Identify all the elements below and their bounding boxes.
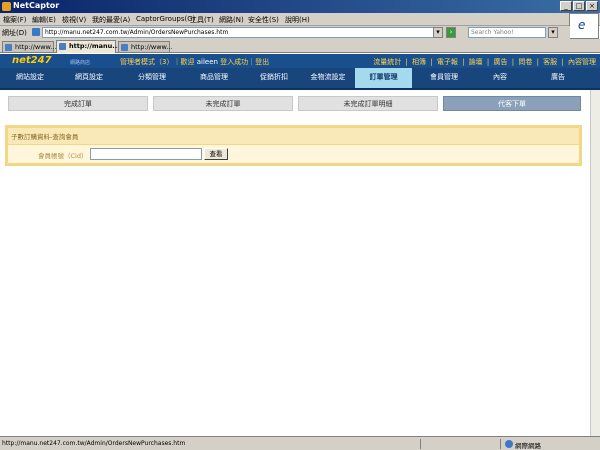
member-query-row: 會員帳號（Cid） 查看 <box>8 144 579 163</box>
main-nav: 網站設定 網頁設定 分類管理 商品管理 促銷折扣 金物流設定 訂單管理 會員管理… <box>0 68 600 90</box>
window-title: NetCaptor <box>13 1 60 10</box>
internet-zone-icon <box>505 440 513 448</box>
order-subtabs: 完成訂單 未完成訂單 未完成訂單明細 代客下單 <box>8 96 581 111</box>
subtab-place-order-for-customer[interactable]: 代客下單 <box>443 96 581 111</box>
menu-security[interactable]: 安全性(S) <box>248 15 279 25</box>
app-icon <box>2 2 11 11</box>
menu-network[interactable]: 網路(N) <box>219 15 244 25</box>
subtab-incomplete-order-details[interactable]: 未完成訂單明細 <box>298 96 438 111</box>
status-divider <box>420 439 421 449</box>
menu-captorgroups[interactable]: CaptorGroups(G) <box>136 15 195 23</box>
tab-page-icon <box>121 44 128 51</box>
site-logo[interactable]: net247 <box>12 55 52 66</box>
link-separator: | <box>511 58 515 66</box>
link-separator: | <box>405 58 408 66</box>
nav-page-settings[interactable]: 網頁設定 <box>62 68 116 88</box>
link-separator: | <box>486 58 490 66</box>
search-input[interactable]: Search Yahoo! <box>468 27 546 38</box>
vertical-scrollbar[interactable] <box>590 90 600 436</box>
address-input[interactable]: http://manu.net247.com.tw/Admin/OrdersNe… <box>42 27 442 38</box>
link-ads[interactable]: 廣告 <box>494 58 508 66</box>
link-content-management[interactable]: 內容管理 <box>568 58 596 66</box>
link-traffic-stats[interactable]: 流量統計 <box>373 58 401 66</box>
site-header: net247 網路商店 管理者模式（3）｜歡迎 aileen 登入成功｜登出 流… <box>0 54 600 68</box>
browser-tab[interactable]: http://www... <box>2 41 57 52</box>
menu-bar: 檔案(F) 編輯(E) 檢視(V) 我的最愛(A) CaptorGroups(G… <box>0 13 600 26</box>
member-id-input[interactable] <box>90 148 202 160</box>
status-bar: http://manu.net247.com.tw/Admin/OrdersNe… <box>0 436 600 450</box>
link-support[interactable]: 客服 <box>543 58 557 66</box>
admin-username: aileen <box>196 58 218 66</box>
browser-tab-label: http://www... <box>15 43 57 51</box>
browser-tab-bar: http://www... http://manu... http://www.… <box>0 39 600 53</box>
link-separator: | <box>430 58 433 66</box>
link-separator: | <box>536 58 539 66</box>
link-newsletter[interactable]: 電子報 <box>437 58 458 66</box>
admin-prefix: 管理者模式（3）｜歡迎 <box>120 58 195 66</box>
nav-payment-shipping[interactable]: 金物流設定 <box>300 68 356 88</box>
close-icon[interactable]: × <box>586 1 598 11</box>
search-dropdown-icon[interactable]: ▾ <box>548 27 558 38</box>
status-url: http://manu.net247.com.tw/Admin/OrdersNe… <box>2 440 186 447</box>
go-icon[interactable]: › <box>446 27 456 38</box>
menu-edit[interactable]: 編輯(E) <box>32 15 56 25</box>
view-button[interactable]: 查看 <box>204 148 228 160</box>
tab-page-icon <box>5 44 12 51</box>
nav-member-management[interactable]: 會員管理 <box>416 68 472 88</box>
admin-suffix[interactable]: 登入成功｜登出 <box>220 58 269 66</box>
link-survey[interactable]: 問卷 <box>518 58 532 66</box>
security-zone: 網際網路 <box>515 442 541 450</box>
address-dropdown-icon[interactable]: ▾ <box>433 27 443 38</box>
menu-favorites[interactable]: 我的最愛(A) <box>92 15 130 25</box>
browser-throbber: e <box>569 13 599 39</box>
admin-info: 管理者模式（3）｜歡迎 aileen 登入成功｜登出 <box>120 57 269 67</box>
address-label: 網址(D) <box>2 29 27 37</box>
menu-view[interactable]: 檢視(V) <box>62 15 86 25</box>
menu-help[interactable]: 說明(H) <box>285 15 310 25</box>
panel-title: 子數訂購資料-查詢會員 <box>11 133 79 141</box>
member-id-label: 會員帳號（Cid） <box>38 152 88 160</box>
link-separator: | <box>462 58 465 66</box>
browser-tab[interactable]: http://www... <box>118 41 173 52</box>
address-bar: 網址(D) http://manu.net247.com.tw/Admin/Or… <box>0 26 570 39</box>
nav-order-management[interactable]: 訂單管理 <box>355 68 412 88</box>
subtab-completed-orders[interactable]: 完成訂單 <box>8 96 148 111</box>
browser-tab-label: http://www... <box>131 43 173 51</box>
nav-product-management[interactable]: 商品管理 <box>186 68 242 88</box>
menu-file[interactable]: 檔案(F) <box>3 15 27 25</box>
page-icon <box>32 28 40 36</box>
link-album[interactable]: 相簿 <box>412 58 426 66</box>
nav-promotions[interactable]: 促銷折扣 <box>246 68 302 88</box>
subtab-incomplete-orders[interactable]: 未完成訂單 <box>153 96 293 111</box>
browser-tab-active[interactable]: http://manu... <box>56 40 120 53</box>
nav-category-management[interactable]: 分類管理 <box>124 68 180 88</box>
browser-tab-label: http://manu... <box>69 42 120 50</box>
nav-site-settings[interactable]: 網站設定 <box>6 68 54 88</box>
top-links: 流量統計 | 相簿 | 電子報 | 論壇 | 廣告 | 問卷 | 客服 | 內容… <box>371 57 596 67</box>
link-separator: | <box>561 58 564 66</box>
link-forum[interactable]: 論壇 <box>469 58 483 66</box>
maximize-icon[interactable]: □ <box>573 1 585 11</box>
tab-page-icon <box>59 43 66 50</box>
menu-tools[interactable]: 工具(T) <box>190 15 214 25</box>
window-title-bar[interactable]: NetCaptor _ □ × <box>0 0 600 13</box>
nav-ads[interactable]: 廣告 <box>530 68 586 88</box>
nav-content[interactable]: 內容 <box>476 68 524 88</box>
status-divider <box>500 439 501 449</box>
minimize-icon[interactable]: _ <box>560 1 572 11</box>
throbber-icon: e <box>578 18 586 32</box>
logo-tagline: 網路商店 <box>70 60 91 66</box>
member-query-panel: 子數訂購資料-查詢會員 會員帳號（Cid） 查看 <box>5 125 582 166</box>
